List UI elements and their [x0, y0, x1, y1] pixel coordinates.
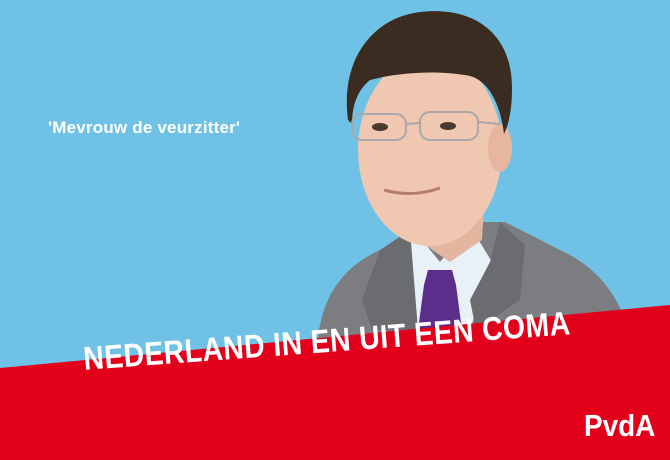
party-logo-text: PvdA	[584, 408, 656, 443]
headline-banner	[0, 305, 670, 460]
campaign-poster: 'Mevrouw de veurzitter' NEDERLAND IN EN …	[0, 0, 670, 460]
